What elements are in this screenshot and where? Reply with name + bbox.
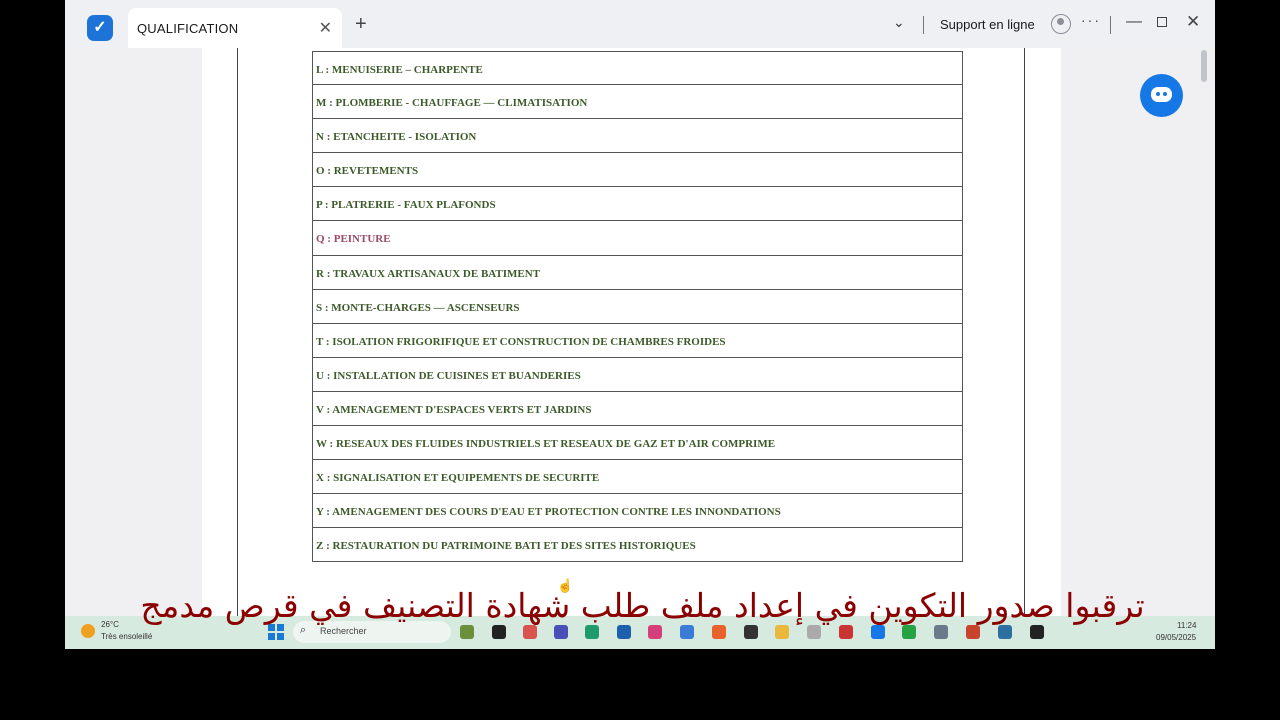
page-border <box>237 48 238 616</box>
row-label: Y : AMENAGEMENT DES COURS D'EAU ET PROTE… <box>316 506 781 519</box>
row-label: V : AMENAGEMENT D'ESPACES VERTS ET JARDI… <box>316 403 592 416</box>
table-row: W : RESEAUX DES FLUIDES INDUSTRIELS ET R… <box>313 426 962 461</box>
table-row: O : REVETEMENTS <box>313 153 962 188</box>
row-label: O : REVETEMENTS <box>316 165 419 178</box>
row-label: L : MENUISERIE – CHARPENTE <box>316 64 483 76</box>
sun-icon[interactable] <box>81 624 95 638</box>
qualification-table: L : MENUISERIE – CHARPENTE M : PLOMBERIE… <box>312 51 963 563</box>
table-row: V : AMENAGEMENT D'ESPACES VERTS ET JARDI… <box>313 392 962 427</box>
divider <box>923 16 924 34</box>
table-row: M : PLOMBERIE - CHAUFFAGE — CLIMATISATIO… <box>313 85 962 120</box>
user-icon[interactable] <box>1051 14 1071 34</box>
table-row: R : TRAVAUX ARTISANAUX DE BATIMENT <box>313 256 962 290</box>
tab-title: QUALIFICATION <box>137 21 239 36</box>
browser-window: ✓ QUALIFICATION ✕ + ⌄ Support en ligne ·… <box>65 0 1215 649</box>
more-icon[interactable]: ··· <box>1081 12 1101 28</box>
table-row: X : SIGNALISATION ET EQUIPEMENTS DE SECU… <box>313 460 962 495</box>
divider <box>1110 16 1111 34</box>
row-label: U : INSTALLATION DE CUISINES ET BUANDERI… <box>316 369 581 382</box>
support-link[interactable]: Support en ligne <box>940 17 1035 32</box>
minimize-button[interactable]: — <box>1126 13 1142 31</box>
table-row: N : ETANCHEITE - ISOLATION <box>313 119 962 154</box>
row-label: S : MONTE-CHARGES — ASCENSEURS <box>316 301 520 314</box>
clock-date: 09/05/2025 <box>1156 633 1197 642</box>
row-label: Q : PEINTURE <box>316 233 391 246</box>
robot-icon <box>1151 87 1172 102</box>
page-border <box>1024 48 1025 616</box>
table-row: Q : PEINTURE <box>313 221 962 256</box>
row-label: W : RESEAUX DES FLUIDES INDUSTRIELS ET R… <box>316 438 776 451</box>
row-label: N : ETANCHEITE - ISOLATION <box>316 131 477 144</box>
app-logo-icon[interactable]: ✓ <box>87 15 113 41</box>
table-row: L : MENUISERIE – CHARPENTE <box>313 51 962 86</box>
weather-desc: Très ensoleillé <box>101 632 153 641</box>
tab-bar: ✓ QUALIFICATION ✕ + ⌄ Support en ligne ·… <box>65 0 1215 48</box>
row-label: M : PLOMBERIE - CHAUFFAGE — CLIMATISATIO… <box>316 97 588 110</box>
row-label: X : SIGNALISATION ET EQUIPEMENTS DE SECU… <box>316 472 600 485</box>
close-button[interactable]: ✕ <box>1186 12 1200 32</box>
scrollbar-thumb[interactable] <box>1201 50 1207 82</box>
table-row: U : INSTALLATION DE CUISINES ET BUANDERI… <box>313 358 962 392</box>
row-label: Z : RESTAURATION DU PATRIMOINE BATI ET D… <box>316 540 696 553</box>
table-row: S : MONTE-CHARGES — ASCENSEURS <box>313 290 962 324</box>
table-row: Z : RESTAURATION DU PATRIMOINE BATI ET D… <box>313 528 962 563</box>
tab-close-icon[interactable]: ✕ <box>319 18 332 38</box>
chevron-down-icon[interactable]: ⌄ <box>893 14 905 31</box>
row-label: R : TRAVAUX ARTISANAUX DE BATIMENT <box>316 267 541 280</box>
row-label: T : ISOLATION FRIGORIFIQUE ET CONSTRUCTI… <box>316 335 726 348</box>
table-row: Y : AMENAGEMENT DES COURS D'EAU ET PROTE… <box>313 494 962 529</box>
arabic-caption: ترقبوا صدور التكوين في إعداد ملف طلب شها… <box>140 586 1145 625</box>
maximize-button[interactable] <box>1157 17 1167 27</box>
assistant-bot-button[interactable] <box>1140 74 1183 117</box>
table-row: T : ISOLATION FRIGORIFIQUE ET CONSTRUCTI… <box>313 324 962 358</box>
table-row: P : PLATRERIE - FAUX PLAFONDS <box>313 187 962 222</box>
row-label: P : PLATRERIE - FAUX PLAFONDS <box>316 199 496 212</box>
new-tab-button[interactable]: + <box>355 14 367 34</box>
tab-qualification[interactable]: QUALIFICATION ✕ <box>128 8 342 48</box>
